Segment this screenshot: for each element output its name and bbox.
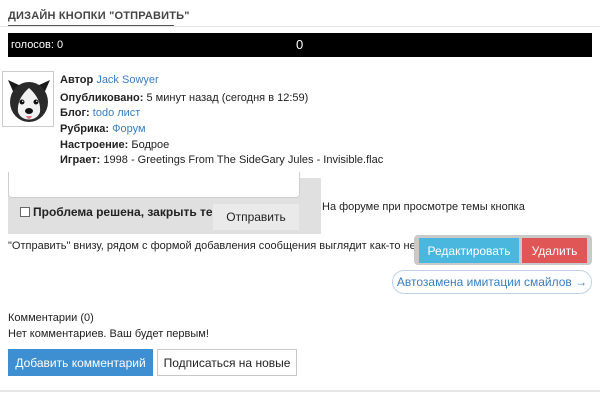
meta-blog: Блог: todo лист <box>60 105 140 121</box>
delete-button[interactable]: Удалить <box>522 238 587 263</box>
post-text-line-1: На форуме при просмотре темы кнопка <box>322 201 525 213</box>
published-value: 5 минут назад (сегодня в 12:59) <box>146 92 309 104</box>
post-text-line-2: "Отправить" внизу, рядом с формой добавл… <box>8 240 460 252</box>
mood-value: Бодрое <box>131 139 170 151</box>
no-comments-text: Нет комментариев. Ваш будет первым! <box>8 328 209 340</box>
edit-button[interactable]: Редактировать <box>419 238 519 263</box>
vote-count: 0 <box>296 37 304 52</box>
category-label: Рубрика: <box>60 123 110 135</box>
meta-mood: Настроение: Бодрое <box>60 137 169 153</box>
meta-author: Автор Jack Sowyer <box>60 72 159 88</box>
vote-label: голосов: 0 <box>11 39 64 51</box>
subscribe-button[interactable]: Подписаться на новые <box>157 349 297 376</box>
mood-label: Настроение: <box>60 139 129 151</box>
meta-category: Рубрика: Форум <box>60 121 146 137</box>
dog-avatar-icon <box>3 72 53 126</box>
playing-value: 1998 - Greetings From The SideGary Jules… <box>103 154 384 166</box>
author-avatar[interactable] <box>2 71 54 127</box>
author-label: Автор <box>60 74 94 86</box>
message-textarea[interactable] <box>8 172 300 198</box>
add-comment-button[interactable]: Добавить комментарий <box>8 349 153 376</box>
blog-label: Блог: <box>60 107 90 119</box>
resolved-checkbox-label: Проблема решена, закрыть тему <box>33 205 228 219</box>
smiles-autoreplace-button[interactable]: Автозамена имитации смайлов → <box>392 270 592 294</box>
blog-link[interactable]: todo лист <box>93 107 141 119</box>
meta-published: Опубликовано: 5 минут назад (сегодня в 1… <box>60 90 308 106</box>
category-link[interactable]: Форум <box>112 123 145 135</box>
send-button[interactable]: Отправить <box>213 204 299 230</box>
resolved-checkbox[interactable] <box>20 207 30 217</box>
top-divider <box>0 26 600 27</box>
meta-playing: Играет: 1998 - Greetings From The SideGa… <box>60 152 383 168</box>
published-label: Опубликовано: <box>60 92 144 104</box>
vote-bar: голосов: 0 0 <box>8 33 592 57</box>
bottom-divider <box>0 390 600 392</box>
page-title: ДИЗАЙН КНОПКИ "ОТПРАВИТЬ" <box>8 10 190 22</box>
comments-count: Комментарии (0) <box>8 312 94 324</box>
playing-label: Играет: <box>60 154 101 166</box>
author-link[interactable]: Jack Sowyer <box>96 74 158 86</box>
